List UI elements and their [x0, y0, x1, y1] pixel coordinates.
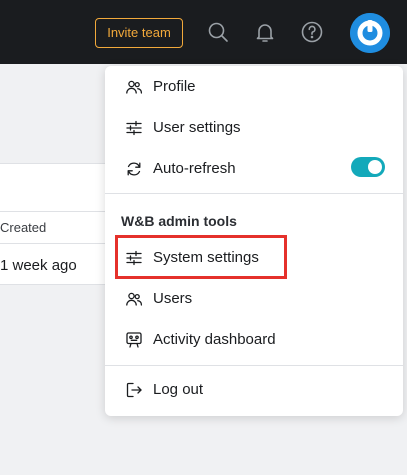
avatar[interactable] [350, 13, 390, 53]
menu-item-label: Profile [153, 78, 196, 95]
auto-refresh-toggle[interactable] [351, 157, 385, 177]
search-icon[interactable] [206, 20, 230, 44]
table-divider [0, 211, 120, 212]
table-cell-created: 1 week ago [0, 257, 77, 274]
logout-icon [125, 381, 143, 399]
dashboard-icon [125, 331, 143, 349]
users-icon [125, 290, 143, 308]
highlight-box [115, 235, 287, 279]
bell-icon[interactable] [253, 20, 277, 44]
menu-item-label: Auto-refresh [153, 160, 236, 177]
refresh-icon [125, 160, 143, 178]
menu-item-label: Users [153, 290, 193, 307]
menu-item-label: Activity dashboard [153, 331, 276, 348]
top-navigation-bar: Invite team [0, 0, 407, 64]
table-divider [0, 284, 120, 285]
users-icon [125, 78, 143, 96]
menu-item-profile[interactable]: Profile [105, 67, 403, 107]
column-header-created: Created [0, 220, 47, 235]
table-divider [0, 243, 120, 244]
menu-divider [105, 365, 403, 366]
admin-tools-section-title: W&B admin tools [121, 213, 237, 229]
help-icon[interactable] [300, 20, 324, 44]
menu-item-user-settings[interactable]: User settings [105, 108, 403, 148]
menu-item-label: User settings [153, 119, 241, 136]
toggle-knob [368, 160, 382, 174]
menu-item-log-out[interactable]: Log out [105, 370, 403, 410]
menu-item-label: Log out [153, 381, 204, 398]
menu-item-activity-dashboard[interactable]: Activity dashboard [105, 320, 403, 360]
user-dropdown-menu: Profile User settings Auto-refresh W&B a… [105, 66, 403, 416]
invite-team-button[interactable]: Invite team [95, 18, 183, 48]
menu-item-users[interactable]: Users [105, 279, 403, 319]
menu-divider [105, 193, 403, 194]
sliders-icon [125, 119, 143, 137]
